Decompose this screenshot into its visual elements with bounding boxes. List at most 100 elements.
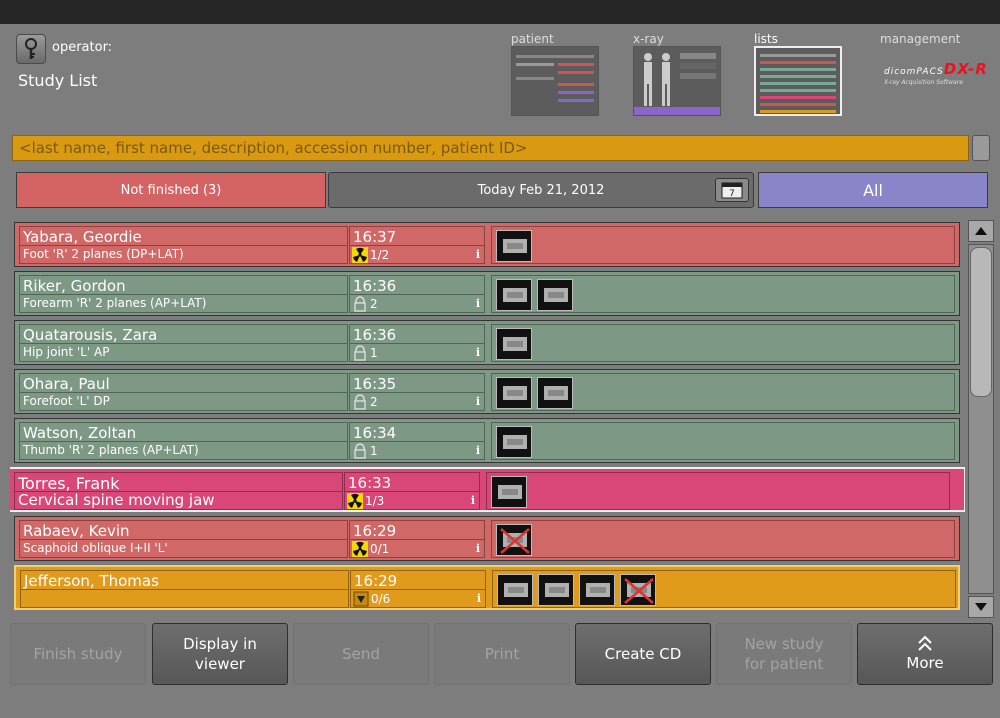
thumbnail-strip — [492, 570, 956, 608]
search-input[interactable] — [12, 135, 969, 161]
xray-thumbnail[interactable] — [579, 574, 615, 606]
arrow-up-icon — [975, 227, 987, 235]
xray-thumbnail[interactable] — [497, 574, 533, 606]
study-list-app: operator: Study List patient x-ray lists… — [0, 24, 1000, 718]
xray-thumbnail[interactable] — [537, 377, 573, 409]
info-icon[interactable]: i — [476, 542, 480, 555]
study-description: Scaphoid oblique I+II 'L' — [23, 541, 168, 555]
info-icon[interactable]: i — [476, 444, 480, 457]
filter-all[interactable]: All — [758, 172, 988, 208]
study-name-cell: Yabara, Geordie Foot 'R' 2 planes (DP+LAT… — [19, 226, 348, 264]
nav-tab-label: x-ray — [633, 32, 664, 46]
nav-tab-patient[interactable]: patient — [511, 32, 601, 116]
key-icon-button[interactable] — [16, 34, 46, 64]
study-time-cell: 16:29 0/6 i — [350, 570, 486, 608]
study-row[interactable]: Riker, Gordon Forearm 'R' 2 planes (AP+LA… — [14, 271, 960, 316]
logo-brand: dicomPACS — [884, 67, 944, 77]
locked-icon — [352, 443, 368, 459]
arrow-down-icon — [975, 603, 987, 611]
study-time-cell: 16:36 1 i — [349, 324, 485, 362]
study-row[interactable]: Quatarousis, Zara Hip joint 'L' AP 16:36 1 i — [14, 320, 960, 365]
xray-thumbnail[interactable] — [538, 574, 574, 606]
thumbnail-strip — [491, 373, 955, 411]
nav-tab-lists[interactable]: lists — [754, 32, 844, 116]
scroll-down-button[interactable] — [968, 596, 994, 618]
study-row[interactable]: Torres, Frank Cervical spine moving jaw 16… — [10, 467, 965, 512]
study-name-cell: Watson, Zoltan Thumb 'R' 2 planes (AP+LAT… — [19, 422, 348, 460]
xray-screen-thumbnail — [633, 46, 721, 116]
xray-thumbnail[interactable] — [496, 230, 532, 262]
filter-date[interactable]: Today Feb 21, 2012 7 — [328, 172, 754, 208]
display-in-viewer-button[interactable]: Display in viewer — [152, 623, 288, 685]
xray-thumbnail[interactable] — [620, 574, 656, 606]
filter-not-finished[interactable]: Not finished (3) — [16, 172, 326, 208]
xray-thumbnail[interactable] — [496, 328, 532, 360]
study-name-cell: Rabaev, Kevin Scaphoid oblique I+II 'L' — [19, 520, 348, 558]
logo-product: DX-R — [943, 60, 988, 78]
thumbnail-strip — [491, 226, 955, 264]
patient-name: Quatarousis, Zara — [23, 326, 158, 344]
study-time: 16:35 — [353, 375, 397, 393]
button-label: Send — [342, 645, 380, 663]
finish-study-button[interactable]: Finish study — [10, 623, 146, 685]
scrollbar-track[interactable] — [968, 244, 994, 594]
filter-label: Today Feb 21, 2012 — [477, 182, 605, 198]
xray-thumbnail[interactable] — [491, 476, 527, 508]
more-button[interactable]: More — [857, 623, 993, 685]
info-icon[interactable]: i — [476, 248, 480, 261]
info-icon[interactable]: i — [476, 395, 480, 408]
scrollbar-thumb[interactable] — [970, 247, 992, 397]
study-time: 16:37 — [353, 228, 397, 246]
info-icon[interactable]: i — [476, 346, 480, 359]
print-button[interactable]: Print — [434, 623, 570, 685]
thumbnail-strip — [491, 275, 955, 313]
management-link[interactable]: management — [880, 32, 960, 46]
locked-icon — [352, 345, 368, 361]
xray-thumbnail[interactable] — [496, 426, 532, 458]
button-label: More — [906, 654, 944, 672]
button-label: Finish study — [33, 645, 123, 663]
study-row[interactable]: Rabaev, Kevin Scaphoid oblique I+II 'L' 16… — [14, 516, 960, 561]
filter-label: Not finished (3) — [120, 182, 222, 198]
xray-thumbnail[interactable] — [496, 279, 532, 311]
create-cd-button[interactable]: Create CD — [575, 623, 711, 685]
image-count: 2 — [370, 297, 378, 311]
patient-name: Watson, Zoltan — [23, 424, 137, 442]
study-row[interactable]: Watson, Zoltan Thumb 'R' 2 planes (AP+LAT… — [14, 418, 960, 463]
button-label: Print — [484, 645, 520, 663]
xray-thumbnail[interactable] — [496, 377, 532, 409]
patient-name: Ohara, Paul — [23, 375, 110, 393]
logo-tagline: X-ray Acquisition Software — [884, 79, 963, 86]
thumbnail-strip — [491, 324, 955, 362]
study-time: 16:36 — [353, 277, 397, 295]
image-count: 0/6 — [371, 592, 391, 606]
patient-name: Jefferson, Thomas — [24, 572, 159, 590]
image-count: 1 — [370, 444, 378, 458]
study-time: 16:29 — [353, 522, 397, 540]
button-label: Create CD — [604, 645, 682, 663]
send-button[interactable]: Send — [293, 623, 429, 685]
clear-search-button[interactable] — [972, 135, 990, 161]
study-time: 16:34 — [353, 424, 397, 442]
info-icon[interactable]: i — [476, 297, 480, 310]
info-icon[interactable]: i — [471, 494, 475, 507]
study-description: Cervical spine moving jaw — [18, 491, 215, 509]
study-name-cell: Riker, Gordon Forearm 'R' 2 planes (AP+LA… — [19, 275, 348, 313]
thumbnail-strip — [486, 472, 950, 510]
scroll-up-button[interactable] — [968, 220, 994, 242]
study-row[interactable]: Jefferson, Thomas 16:29 0/6 i — [14, 565, 960, 610]
thumbnail-strip — [491, 520, 955, 558]
xray-thumbnail[interactable] — [496, 524, 532, 556]
nav-tab-xray[interactable]: x-ray — [633, 32, 723, 116]
new-study-for-patient-button[interactable]: New study for patient — [716, 623, 852, 685]
study-row[interactable]: Ohara, Paul Forefoot 'L' DP 16:35 2 i — [14, 369, 960, 414]
study-row[interactable]: Yabara, Geordie Foot 'R' 2 planes (DP+LAT… — [14, 222, 960, 267]
radiation-icon — [352, 541, 368, 557]
patient-screen-thumbnail — [511, 46, 599, 116]
calendar-button[interactable]: 7 — [715, 178, 749, 202]
info-icon[interactable]: i — [477, 592, 481, 605]
page-title: Study List — [18, 71, 98, 90]
image-count: 2 — [370, 395, 378, 409]
xray-thumbnail[interactable] — [537, 279, 573, 311]
nav-tab-label: lists — [754, 32, 778, 46]
